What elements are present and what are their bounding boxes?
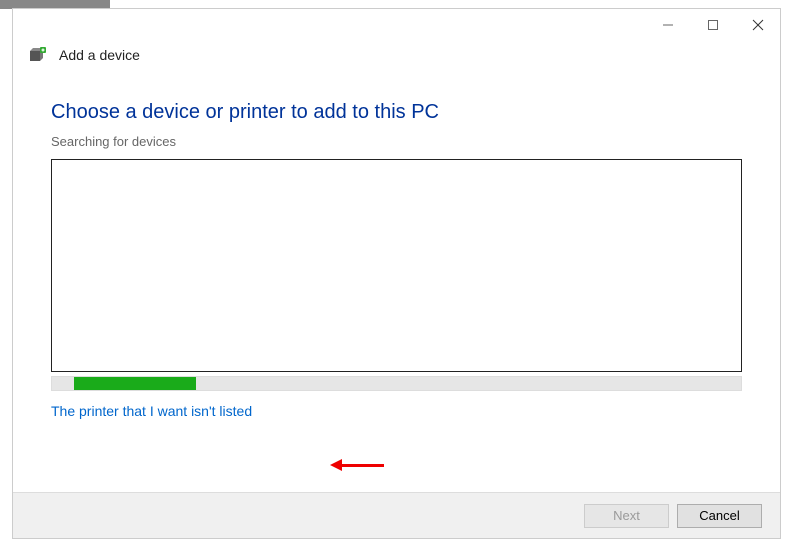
progress-fill bbox=[74, 377, 196, 390]
minimize-button[interactable] bbox=[645, 13, 690, 37]
arrow-line bbox=[342, 464, 384, 467]
titlebar bbox=[13, 9, 780, 39]
add-device-window: Add a device Choose a device or printer … bbox=[12, 8, 781, 539]
maximize-icon bbox=[707, 19, 719, 31]
content-area: Choose a device or printer to add to thi… bbox=[13, 71, 780, 419]
progress-bar bbox=[51, 376, 742, 391]
window-header: Add a device bbox=[13, 39, 780, 71]
arrow-head-icon bbox=[330, 459, 342, 471]
page-heading: Choose a device or printer to add to thi… bbox=[51, 101, 742, 124]
status-text: Searching for devices bbox=[51, 134, 742, 149]
printer-not-listed-link[interactable]: The printer that I want isn't listed bbox=[51, 403, 252, 419]
device-listbox[interactable] bbox=[51, 159, 742, 372]
cancel-button[interactable]: Cancel bbox=[677, 504, 762, 528]
device-add-icon bbox=[29, 47, 49, 63]
next-button: Next bbox=[584, 504, 669, 528]
maximize-button[interactable] bbox=[690, 13, 735, 37]
annotation-arrow bbox=[330, 459, 384, 471]
minimize-icon bbox=[662, 19, 674, 31]
window-title: Add a device bbox=[59, 47, 140, 63]
dialog-footer: Next Cancel bbox=[13, 492, 780, 538]
close-icon bbox=[752, 19, 764, 31]
close-button[interactable] bbox=[735, 13, 780, 37]
